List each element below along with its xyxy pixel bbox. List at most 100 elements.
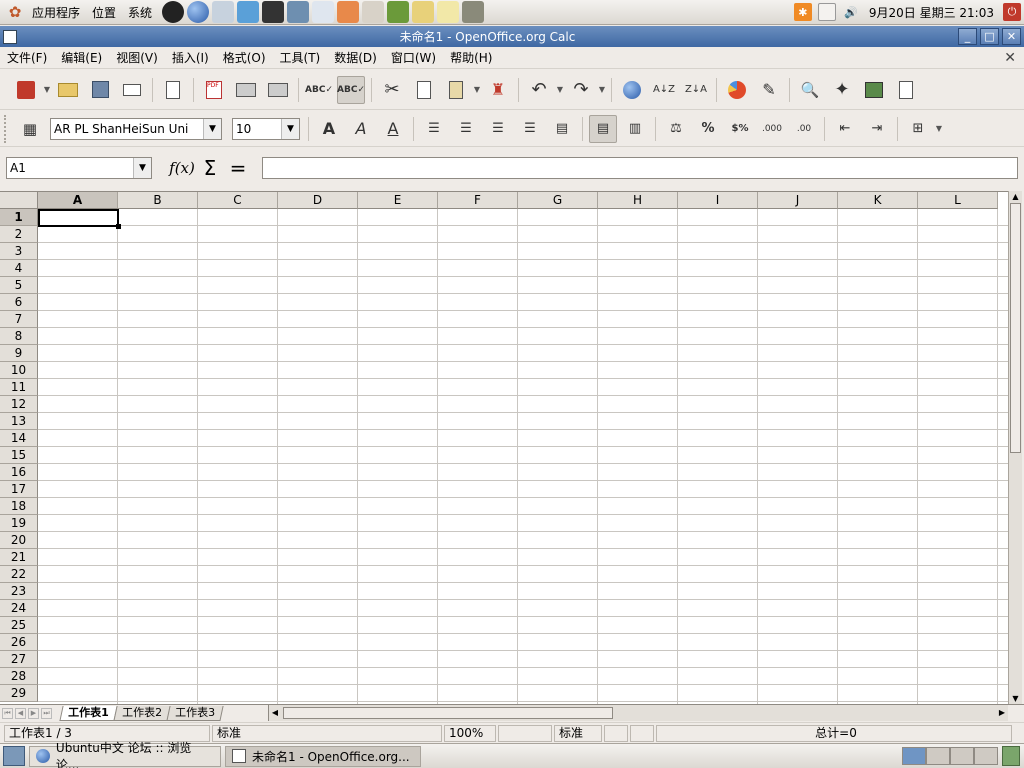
font-name-value[interactable]: AR PL ShanHeiSun Uni — [51, 122, 203, 136]
calc-app-icon[interactable] — [3, 29, 17, 44]
select-all-corner[interactable] — [0, 192, 38, 209]
status-insert-mode[interactable]: 标准 — [554, 724, 602, 742]
scroll-up-icon[interactable]: ▲ — [1009, 191, 1022, 202]
row-header[interactable]: 7 — [0, 311, 38, 328]
maximize-button[interactable]: □ — [980, 28, 999, 45]
print-icon[interactable] — [232, 76, 260, 104]
menu-window[interactable]: 窗口(W) — [384, 49, 443, 66]
workspace-1[interactable] — [902, 747, 926, 765]
edit-file-icon[interactable] — [159, 76, 187, 104]
increase-indent-icon[interactable]: ⇥ — [863, 115, 891, 143]
row-header[interactable]: 5 — [0, 277, 38, 294]
system-menu[interactable]: 系统 — [122, 4, 158, 21]
sort-ascending-icon[interactable]: A↓Z — [650, 76, 678, 104]
row-header[interactable]: 20 — [0, 532, 38, 549]
prev-sheet-icon[interactable]: ◀ — [15, 707, 26, 719]
font-name-dropdown-icon[interactable]: ▼ — [203, 118, 221, 139]
align-right-icon[interactable]: ☰ — [484, 115, 512, 143]
column-header[interactable]: I — [678, 192, 758, 209]
column-header[interactable]: A — [38, 192, 118, 209]
trash-icon[interactable] — [1002, 746, 1020, 766]
name-box-dropdown-icon[interactable]: ▼ — [133, 158, 151, 178]
row-header[interactable]: 14 — [0, 430, 38, 447]
borders-dropdown-icon[interactable]: ▼ — [934, 124, 944, 133]
row-header[interactable]: 12 — [0, 396, 38, 413]
row-header[interactable]: 24 — [0, 600, 38, 617]
standard-format-icon[interactable]: $% — [726, 115, 754, 143]
clock[interactable]: 9月20日 星期三 21:03 — [863, 4, 1000, 21]
name-box-value[interactable]: A1 — [7, 161, 133, 175]
currency-format-icon[interactable]: ⚖ — [662, 115, 690, 143]
dictionary-icon[interactable] — [387, 1, 410, 23]
gimp-icon[interactable] — [462, 1, 485, 23]
network-icon[interactable] — [237, 1, 260, 23]
font-size-combo[interactable]: 10 ▼ — [232, 117, 300, 140]
image-viewer-icon[interactable] — [362, 1, 385, 23]
first-sheet-icon[interactable]: ⏮ — [2, 707, 13, 719]
gallery-icon[interactable] — [860, 76, 888, 104]
redo-icon[interactable]: ↷ — [567, 76, 595, 104]
task-browser[interactable]: Ubuntu中文 论坛 :: 浏览论... — [29, 741, 221, 768]
sort-descending-icon[interactable]: Z↓A — [682, 76, 710, 104]
column-header[interactable]: J — [758, 192, 838, 209]
row-header[interactable]: 25 — [0, 617, 38, 634]
column-header[interactable]: C — [198, 192, 278, 209]
copy-icon[interactable] — [410, 76, 438, 104]
column-header[interactable]: H — [598, 192, 678, 209]
row-header[interactable]: 4 — [0, 260, 38, 277]
function-wizard-button[interactable]: f(x) — [168, 159, 196, 177]
file-manager-icon[interactable] — [287, 1, 310, 23]
function-button[interactable]: = — [224, 156, 252, 180]
column-header[interactable]: E — [358, 192, 438, 209]
row-header[interactable]: 13 — [0, 413, 38, 430]
row-header[interactable]: 2 — [0, 226, 38, 243]
font-size-value[interactable]: 10 — [233, 122, 281, 136]
help-icon[interactable] — [437, 1, 460, 23]
applications-menu[interactable]: 应用程序 — [26, 4, 86, 21]
places-menu[interactable]: 位置 — [86, 4, 122, 21]
row-header[interactable]: 19 — [0, 515, 38, 532]
scroll-left-icon[interactable]: ◀ — [269, 706, 281, 720]
undo-dropdown-icon[interactable]: ▼ — [555, 85, 565, 94]
bold-icon[interactable]: A — [315, 115, 343, 143]
row-header[interactable]: 9 — [0, 345, 38, 362]
borders-icon[interactable]: ⊞ — [904, 115, 932, 143]
scroll-down-icon[interactable]: ▼ — [1009, 693, 1022, 704]
column-header[interactable]: D — [278, 192, 358, 209]
chart-icon[interactable] — [723, 76, 751, 104]
row-header[interactable]: 3 — [0, 243, 38, 260]
vertical-scroll-thumb[interactable] — [1010, 203, 1021, 453]
last-sheet-icon[interactable]: ⏭ — [41, 707, 52, 719]
status-page-style[interactable]: 标准 — [212, 724, 442, 742]
spreadsheet-grid[interactable]: ABCDEFGHIJKL 1 2 3 4 5 6 7 8 9 10 11 12 13 14 15 16 17 18… — [0, 191, 1008, 704]
row-header[interactable]: 16 — [0, 464, 38, 481]
menu-file[interactable]: 文件(F) — [0, 49, 54, 66]
menu-tools[interactable]: 工具(T) — [273, 49, 328, 66]
font-name-combo[interactable]: AR PL ShanHeiSun Uni ▼ — [50, 117, 222, 140]
redo-dropdown-icon[interactable]: ▼ — [597, 85, 607, 94]
workspace-4[interactable] — [974, 747, 998, 765]
text-direction-ltr-icon[interactable]: ▤ — [589, 114, 617, 143]
minimize-button[interactable]: _ — [958, 28, 977, 45]
column-header[interactable]: B — [118, 192, 198, 209]
firefox-icon[interactable] — [187, 1, 210, 23]
merge-cells-icon[interactable]: ▤ — [548, 115, 576, 143]
update-notifier-icon[interactable]: ✱ — [793, 3, 812, 21]
notes-icon[interactable] — [412, 1, 435, 23]
next-sheet-icon[interactable]: ▶ — [28, 707, 39, 719]
row-header[interactable]: 23 — [0, 583, 38, 600]
column-header[interactable]: G — [518, 192, 598, 209]
formula-input[interactable] — [262, 157, 1018, 179]
menu-insert[interactable]: 插入(I) — [165, 49, 216, 66]
row-header[interactable]: 15 — [0, 447, 38, 464]
column-header[interactable]: K — [838, 192, 918, 209]
menu-help[interactable]: 帮助(H) — [443, 49, 499, 66]
clone-formatting-icon[interactable]: ♜ — [484, 76, 512, 104]
row-header[interactable]: 6 — [0, 294, 38, 311]
new-dropdown-icon[interactable]: ▼ — [42, 85, 52, 94]
qq-penguin-icon[interactable] — [162, 1, 185, 23]
logout-icon[interactable]: ⏻ — [1003, 3, 1021, 21]
terminal-icon[interactable] — [262, 1, 285, 23]
row-header[interactable]: 11 — [0, 379, 38, 396]
mplayer-icon[interactable] — [312, 1, 335, 23]
